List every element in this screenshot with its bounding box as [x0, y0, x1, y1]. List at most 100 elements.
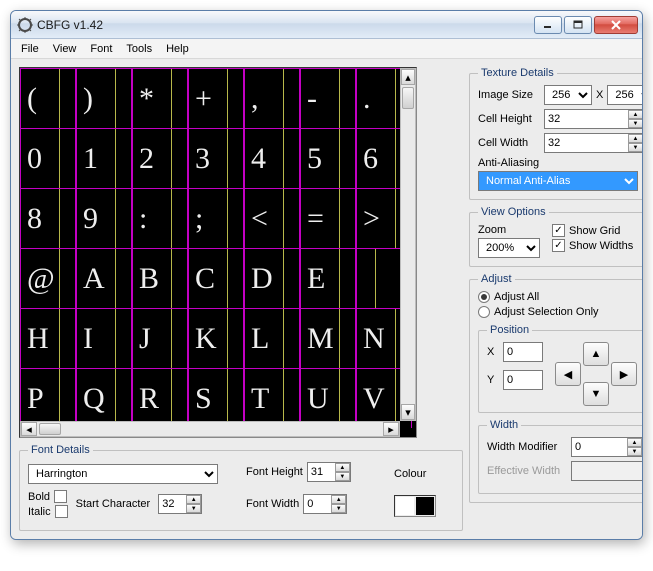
- antialias-label: Anti-Aliasing: [478, 157, 643, 169]
- glyph-cell[interactable]: S: [188, 368, 244, 428]
- minimize-button[interactable]: [534, 16, 562, 34]
- glyph-cell[interactable]: 1: [76, 128, 132, 188]
- view-options-group: View Options Zoom 200% ✓Show Grid ✓Show …: [469, 206, 643, 267]
- adjust-all-radio[interactable]: [478, 291, 490, 303]
- glyph-cell[interactable]: <: [244, 188, 300, 248]
- glyph-cell[interactable]: 2: [132, 128, 188, 188]
- glyph-cell[interactable]: C: [188, 248, 244, 308]
- scroll-left-button[interactable]: ◂: [21, 422, 37, 436]
- glyph-cell[interactable]: 5: [300, 128, 356, 188]
- scroll-down-button[interactable]: ▾: [401, 404, 415, 420]
- bold-checkbox[interactable]: [54, 490, 67, 503]
- show-widths-checkbox[interactable]: ✓: [552, 239, 565, 252]
- menu-view[interactable]: View: [47, 41, 83, 57]
- scroll-up-button[interactable]: ▴: [401, 69, 415, 85]
- nudge-up-button[interactable]: ▲: [583, 342, 609, 366]
- start-char-spinner[interactable]: ▲▼: [186, 495, 201, 513]
- glyph-cell[interactable]: +: [188, 68, 244, 128]
- italic-checkbox[interactable]: [55, 505, 68, 518]
- glyph-cell[interactable]: K: [188, 308, 244, 368]
- cell-width-spinner[interactable]: ▲▼: [628, 134, 643, 152]
- glyph-char: ,: [251, 82, 259, 116]
- glyph-cell[interactable]: E: [300, 248, 356, 308]
- nudge-right-button[interactable]: ▶: [611, 362, 637, 386]
- nudge-down-button[interactable]: ▼: [583, 382, 609, 406]
- glyph-cell[interactable]: :: [132, 188, 188, 248]
- maximize-button[interactable]: [564, 16, 592, 34]
- glyph-cell[interactable]: (: [20, 68, 76, 128]
- titlebar[interactable]: CBFG v1.42: [11, 11, 642, 39]
- pos-y-input[interactable]: [503, 370, 543, 390]
- eff-width-input: [571, 461, 643, 481]
- glyph-char: 8: [27, 202, 42, 236]
- glyph-cell[interactable]: ): [76, 68, 132, 128]
- font-width-spinner[interactable]: ▲▼: [331, 495, 346, 513]
- font-name-select[interactable]: Harrington: [28, 464, 218, 484]
- image-width-select[interactable]: 256: [544, 85, 592, 105]
- glyph-cell[interactable]: 9: [76, 188, 132, 248]
- glyph-char: Q: [83, 382, 105, 416]
- glyph-cell[interactable]: 8: [20, 188, 76, 248]
- preview-vscroll[interactable]: ▴ ▾: [400, 68, 416, 421]
- italic-label: Italic: [28, 506, 51, 518]
- glyph-cell[interactable]: M: [300, 308, 356, 368]
- glyph-char: P: [27, 382, 44, 416]
- glyph-cell[interactable]: ,: [244, 68, 300, 128]
- glyph-cell[interactable]: L: [244, 308, 300, 368]
- font-preview[interactable]: ()*+,-.012345689:;<=>@ABCDE HIJKLMNPQRST…: [19, 67, 417, 438]
- bg-swatch[interactable]: [416, 497, 434, 515]
- show-grid-checkbox[interactable]: ✓: [552, 224, 565, 237]
- font-details-legend: Font Details: [28, 444, 93, 456]
- show-grid-label: Show Grid: [569, 225, 620, 237]
- glyph-cell[interactable]: T: [244, 368, 300, 428]
- glyph-cell[interactable]: J: [132, 308, 188, 368]
- scroll-right-button[interactable]: ▸: [383, 422, 399, 436]
- adjust-selection-radio[interactable]: [478, 306, 490, 318]
- adjust-group: Adjust Adjust All Adjust Selection Only …: [469, 273, 643, 503]
- app-icon: [17, 17, 33, 33]
- glyph-cell[interactable]: B: [132, 248, 188, 308]
- glyph-cell[interactable]: *: [132, 68, 188, 128]
- glyph-char: =: [307, 202, 324, 236]
- vscroll-thumb[interactable]: [402, 87, 414, 109]
- glyph-cell[interactable]: ;: [188, 188, 244, 248]
- glyph-cell[interactable]: =: [300, 188, 356, 248]
- colour-swatches[interactable]: [394, 495, 436, 517]
- glyph-char: :: [139, 202, 147, 236]
- glyph-cell[interactable]: 0: [20, 128, 76, 188]
- glyph-cell[interactable]: 4: [244, 128, 300, 188]
- glyph-cell[interactable]: 3: [188, 128, 244, 188]
- zoom-select[interactable]: 200%: [478, 238, 540, 258]
- glyph-cell[interactable]: R: [132, 368, 188, 428]
- glyph-cell[interactable]: A: [76, 248, 132, 308]
- glyph-cell[interactable]: D: [244, 248, 300, 308]
- preview-hscroll[interactable]: ◂ ▸: [20, 421, 400, 437]
- menu-tools[interactable]: Tools: [120, 41, 158, 57]
- glyph-cell[interactable]: -: [300, 68, 356, 128]
- glyph-char: ): [83, 82, 93, 116]
- image-height-select[interactable]: 256: [607, 85, 643, 105]
- antialias-select[interactable]: Normal Anti-Alias: [478, 171, 638, 191]
- glyph-cell[interactable]: U: [300, 368, 356, 428]
- glyph-cell[interactable]: @: [20, 248, 76, 308]
- width-legend: Width: [487, 419, 521, 431]
- width-mod-spinner[interactable]: ▲▼: [627, 438, 642, 456]
- font-height-spinner[interactable]: ▲▼: [335, 463, 350, 481]
- close-button[interactable]: [594, 16, 638, 34]
- glyph-cell[interactable]: I: [76, 308, 132, 368]
- pos-x-input[interactable]: [503, 342, 543, 362]
- pos-y-label: Y: [487, 374, 499, 386]
- cell-height-spinner[interactable]: ▲▼: [628, 110, 643, 128]
- hscroll-thumb[interactable]: [39, 423, 61, 435]
- fg-swatch[interactable]: [396, 497, 414, 515]
- glyph-cell[interactable]: H: [20, 308, 76, 368]
- menu-font[interactable]: Font: [84, 41, 118, 57]
- menu-help[interactable]: Help: [160, 41, 195, 57]
- menu-file[interactable]: File: [15, 41, 45, 57]
- glyph-cell[interactable]: Q: [76, 368, 132, 428]
- glyph-cell[interactable]: P: [20, 368, 76, 428]
- nudge-left-button[interactable]: ◀: [555, 362, 581, 386]
- glyph-char: C: [195, 262, 215, 296]
- glyph-char: T: [251, 382, 269, 416]
- bold-label: Bold: [28, 491, 50, 503]
